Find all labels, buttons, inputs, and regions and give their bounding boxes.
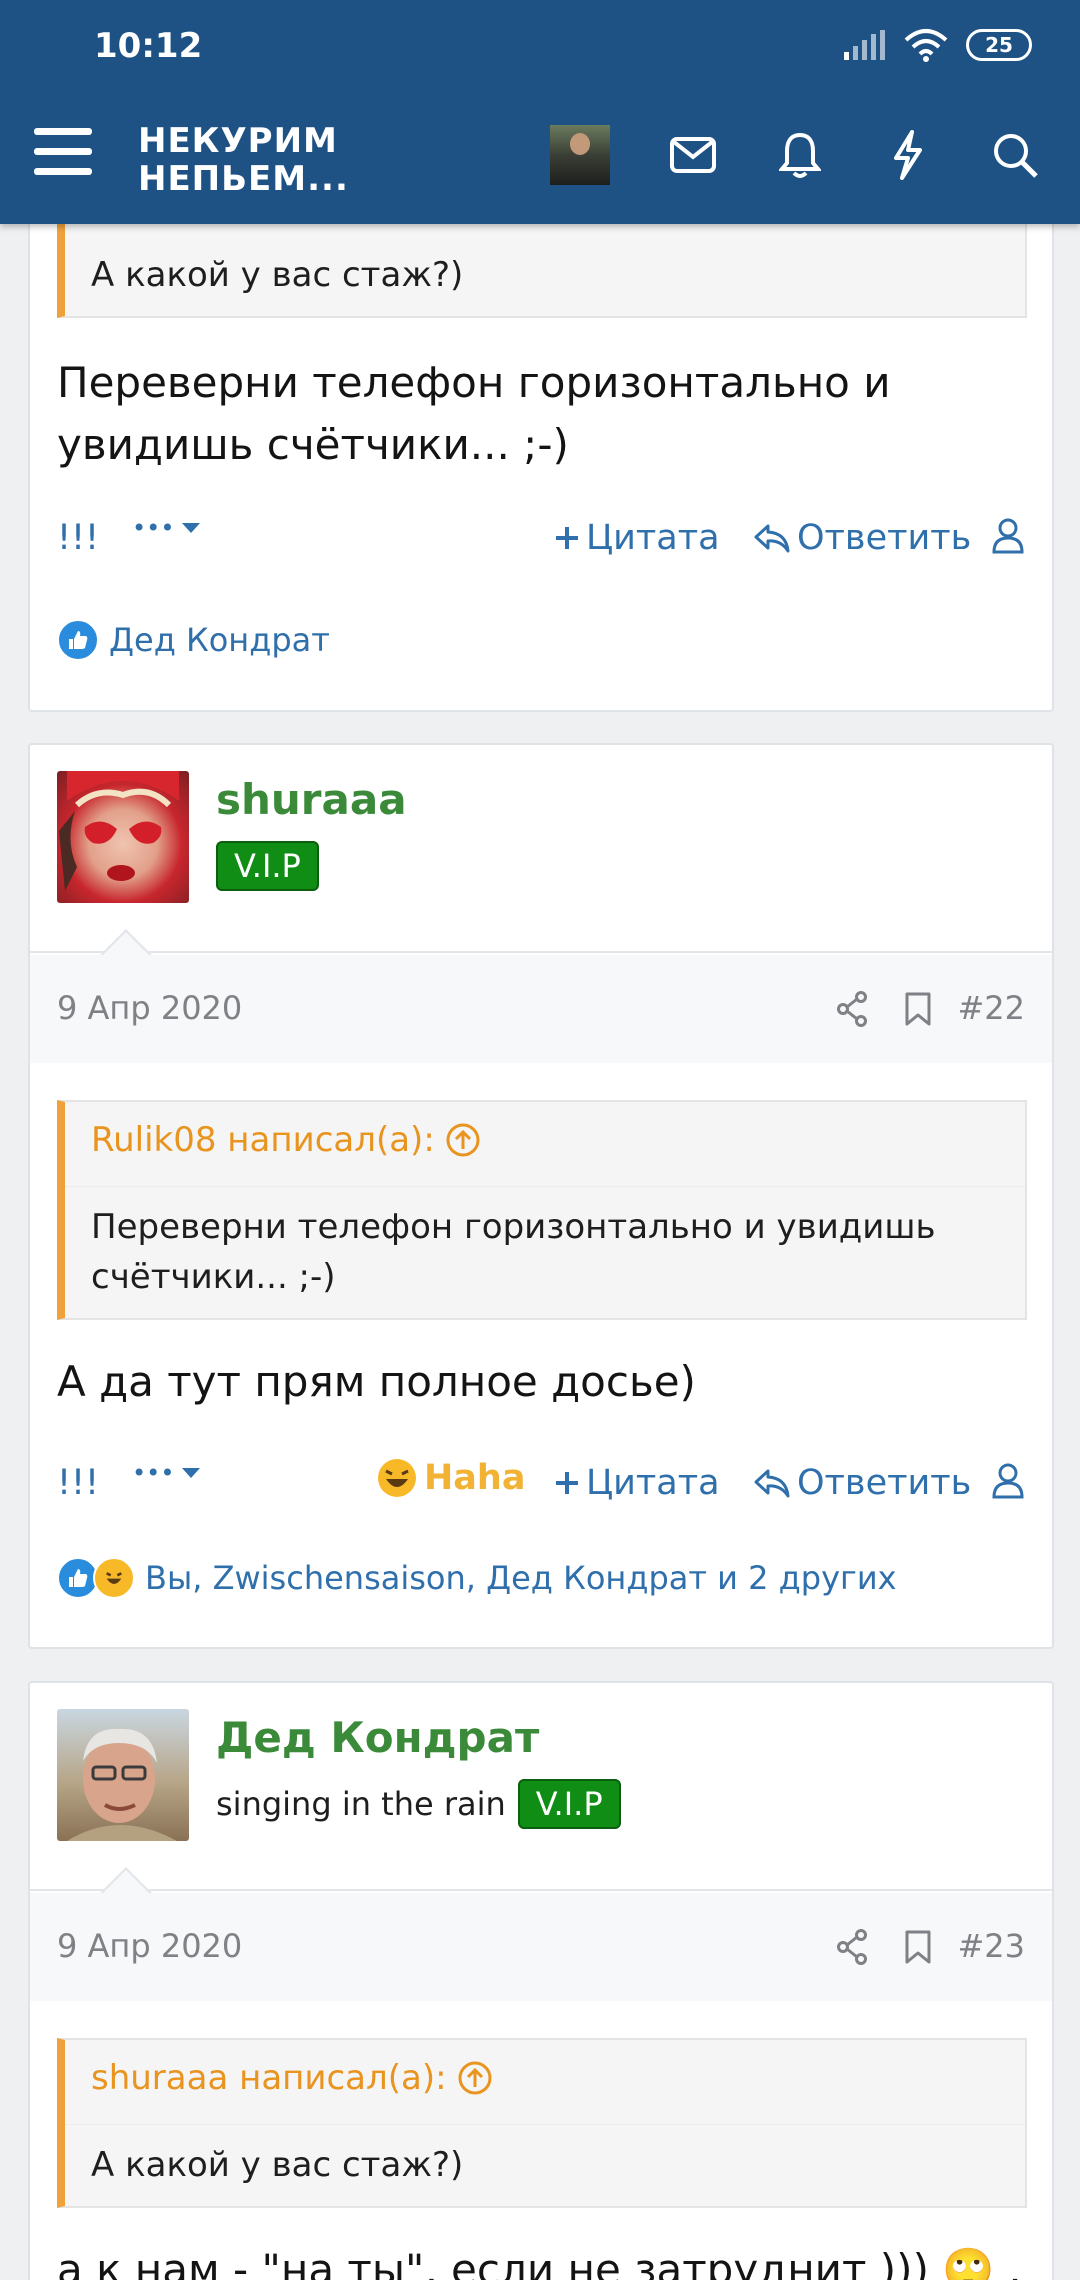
reactions-summary[interactable]: Дед Кондрат (57, 619, 330, 661)
user-profile-icon[interactable] (992, 518, 1024, 554)
post-user-header: shuraaa V.I.P (30, 745, 1052, 953)
user-title: singing in the rain (216, 1785, 506, 1823)
username[interactable]: Дед Кондрат (216, 1713, 539, 1762)
status-time: 10:12 (94, 26, 203, 66)
quote-header[interactable]: Rulik08 написал(а): (91, 1120, 481, 1160)
lightning-icon[interactable] (878, 125, 938, 185)
reply-icon (754, 1469, 790, 1498)
quote-divider (65, 1186, 1025, 1187)
post-date[interactable]: 9 Апр 2020 (57, 1927, 242, 1965)
post-number[interactable]: #23 (957, 1927, 1025, 1965)
menu-button[interactable] (34, 128, 92, 180)
post-date[interactable]: 9 Апр 2020 (57, 989, 242, 1027)
plus-icon (556, 1472, 578, 1494)
user-title-row: singing in the rain V.I.P (216, 1779, 621, 1829)
arrow-up-circle-icon (446, 1123, 480, 1157)
plus-icon (556, 527, 578, 549)
quote-author: shuraaa написал(а): (91, 2058, 447, 2098)
share-icon[interactable] (836, 1929, 868, 1965)
reply-icon (754, 524, 790, 553)
haha-reaction-button[interactable]: Haha (376, 1457, 525, 1499)
status-icons: 25 (842, 28, 1032, 62)
post-meta: 9 Апр 2020 #23 (30, 1867, 1052, 2001)
exclam-label: !!! (57, 1463, 100, 1503)
vip-badge: V.I.P (216, 841, 319, 891)
post-body: Переверни телефон горизонтально и увидиш… (57, 358, 891, 469)
logo-line2: НЕПЬЕМ... (138, 159, 349, 199)
post-21: А какой у вас стаж?) Переверни телефон г… (28, 150, 1054, 712)
user-avatar-button[interactable] (550, 125, 610, 185)
post-22: shuraaa V.I.P 9 Апр 2020 #22 Rulik08 нап… (28, 743, 1054, 1649)
signal-icon (844, 30, 885, 60)
post-quote: Rulik08 написал(а): Переверни телефон го… (57, 1100, 1027, 1320)
quote-button[interactable]: Цитата (554, 1463, 720, 1503)
app-header: 10:12 25 НЕКУРИМ НЕПЬЕМ... (0, 0, 1080, 224)
vip-badge-wrap: V.I.P (216, 841, 319, 891)
bookmark-icon[interactable] (904, 1929, 932, 1965)
quote-header[interactable]: shuraaa написал(а): (91, 2058, 493, 2098)
meta-notch (100, 1867, 152, 1894)
battery-icon: 25 (966, 29, 1032, 61)
reactions-summary[interactable]: Вы, Zwischensaison, Дед Кондрат и 2 друг… (57, 1557, 897, 1599)
share-icon[interactable] (836, 991, 868, 1027)
haha-label: Haha (424, 1458, 526, 1498)
reply-button[interactable]: Ответить (753, 1463, 971, 1503)
exclam-button[interactable]: !!! (57, 518, 99, 558)
more-menu-button[interactable]: ••• (132, 1459, 202, 1487)
bell-icon[interactable] (770, 125, 830, 185)
reply-button[interactable]: Ответить (753, 518, 971, 558)
more-label: ••• (132, 514, 175, 542)
search-icon[interactable] (985, 125, 1045, 185)
exclam-label: !!! (57, 518, 100, 558)
username[interactable]: shuraaa (216, 775, 407, 824)
quote-label: Цитата (586, 518, 720, 558)
reactions-text: Вы, Zwischensaison, Дед Кондрат и 2 друг… (145, 1559, 897, 1597)
reactions-text: Дед Кондрат (109, 621, 330, 659)
more-label: ••• (132, 1459, 175, 1487)
like-reaction-icon (57, 619, 99, 661)
quote-label: Цитата (586, 1463, 720, 1503)
reply-label: Ответить (797, 518, 972, 558)
quote-text: Переверни телефон горизонтально и увидиш… (91, 1207, 936, 1297)
post-body: А да тут прям полное досье) (57, 1357, 696, 1406)
post-user-header: Дед Кондрат singing in the rain V.I.P (30, 1683, 1052, 1891)
arrow-up-circle-icon (458, 2061, 492, 2095)
quote-author: Rulik08 написал(а): (91, 1120, 435, 1160)
avatar[interactable] (57, 771, 189, 903)
exclam-button[interactable]: !!! (57, 1463, 99, 1503)
wifi-icon (904, 29, 948, 62)
inbox-icon[interactable] (663, 125, 723, 185)
avatar[interactable] (57, 1709, 189, 1841)
site-logo[interactable]: НЕКУРИМ НЕПЬЕМ... (138, 122, 349, 198)
post-body: а к нам - "на ты", если не затруднит )))… (57, 2245, 1025, 2280)
more-menu-button[interactable]: ••• (132, 514, 202, 542)
post-meta: 9 Апр 2020 #22 (30, 929, 1052, 1063)
post-23: Дед Кондрат singing in the rain V.I.P 9 … (28, 1681, 1054, 2280)
vip-badge: V.I.P (517, 1779, 621, 1829)
laughing-emoji-icon (378, 1459, 416, 1497)
quote-text: А какой у вас стаж?) (91, 255, 464, 295)
quote-text: А какой у вас стаж?) (91, 2145, 464, 2185)
reply-label: Ответить (797, 1463, 972, 1503)
user-profile-icon[interactable] (992, 1463, 1024, 1499)
quote-divider (65, 2124, 1025, 2125)
post-quote: shuraaa написал(а): А какой у вас стаж?) (57, 2038, 1027, 2208)
chevron-down-icon (182, 1468, 201, 1478)
chevron-down-icon (182, 523, 201, 533)
logo-line1: НЕКУРИМ (138, 121, 338, 161)
post-number[interactable]: #22 (957, 989, 1025, 1027)
haha-reaction-icon (93, 1557, 135, 1599)
quote-button[interactable]: Цитата (554, 518, 720, 558)
meta-notch (100, 929, 152, 956)
bookmark-icon[interactable] (904, 991, 932, 1027)
